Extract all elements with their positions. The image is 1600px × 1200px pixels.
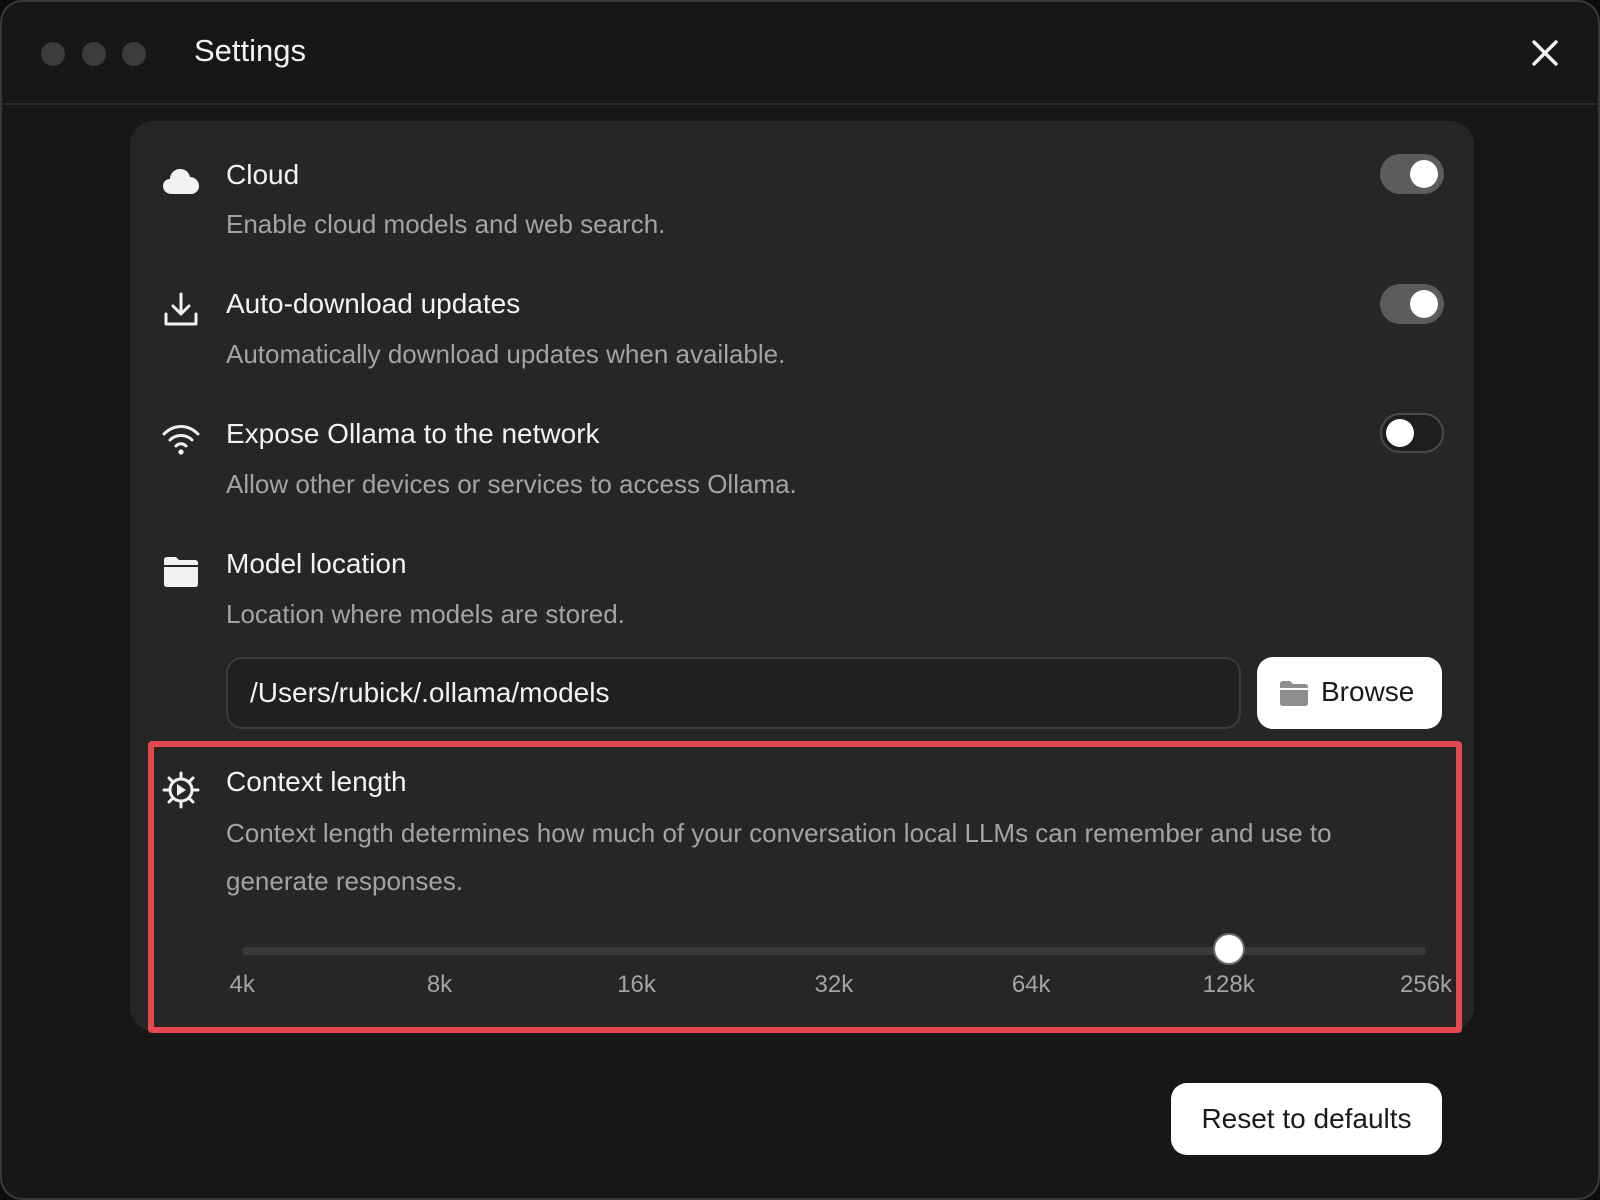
setting-description: Enable cloud models and web search. [226, 209, 666, 239]
model-path-field[interactable]: /Users/rubick/.ollama/models [226, 657, 1241, 729]
folder-icon [1280, 681, 1308, 706]
toggle-knob [1410, 290, 1438, 318]
cloud-toggle[interactable] [1380, 154, 1444, 194]
setting-description: Location where models are stored. [226, 599, 625, 629]
expose-network-toggle[interactable] [1380, 413, 1444, 453]
cloud-icon [163, 169, 199, 194]
setting-title: Model location [226, 548, 407, 579]
setting-title: Auto-download updates [226, 288, 521, 319]
setting-description: Automatically download updates when avai… [226, 339, 786, 369]
window-maximize-dot[interactable] [122, 42, 146, 66]
download-icon [164, 292, 198, 326]
auto-download-toggle[interactable] [1380, 284, 1444, 324]
close-icon[interactable] [1530, 38, 1560, 68]
setting-description: Allow other devices or services to acces… [226, 469, 797, 499]
settings-window: Settings Cloud Enable cloud models and w… [0, 0, 1600, 1200]
title-bar: Settings [2, 2, 1598, 105]
browse-label: Browse [1321, 676, 1415, 707]
context-length-highlight [148, 741, 1462, 1033]
reset-to-defaults-button[interactable]: Reset to defaults [1171, 1083, 1442, 1155]
folder-icon [164, 557, 198, 587]
wifi-icon [162, 425, 200, 455]
setting-title: Cloud [226, 159, 300, 190]
setting-title: Expose Ollama to the network [226, 418, 600, 449]
toggle-knob [1386, 419, 1414, 447]
window-title: Settings [194, 33, 307, 68]
browse-button[interactable]: Browse [1257, 657, 1442, 729]
window-close-dot[interactable] [41, 42, 65, 66]
window-minimize-dot[interactable] [82, 42, 106, 66]
toggle-knob [1410, 160, 1438, 188]
